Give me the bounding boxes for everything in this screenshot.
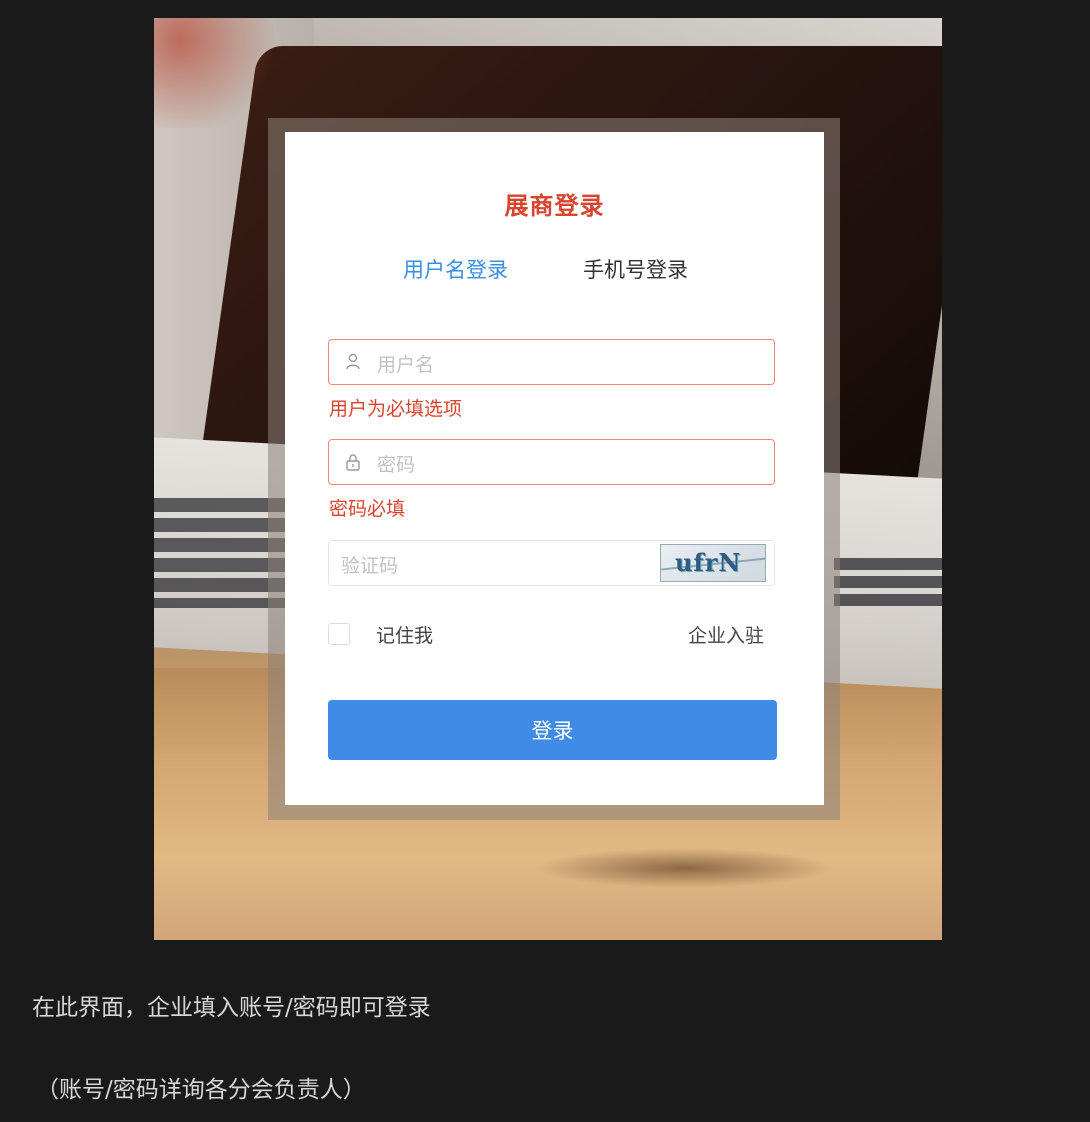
login-title: 展商登录 [504, 192, 605, 220]
captcha-placeholder: 验证码 [341, 555, 399, 577]
background-glow [154, 18, 284, 128]
login-tabs: 用户名登录 手机号登录 [285, 254, 824, 284]
caption-line-1: 在此界面，企业填入账号/密码即可登录 [32, 995, 431, 1021]
captcha-field[interactable]: 验证码 ufrN [328, 540, 775, 586]
captcha-image[interactable]: ufrN [660, 544, 766, 582]
password-field[interactable]: 密码 [328, 439, 775, 485]
screenshot-image: 展商登录 用户名登录 手机号登录 用户名 用户为必填选项 密码 密码必填 验证码… [154, 18, 942, 940]
username-placeholder: 用户名 [377, 354, 435, 376]
user-icon [345, 353, 361, 371]
tab-phone-login[interactable]: 手机号登录 [583, 254, 688, 284]
login-button[interactable]: 登录 [328, 700, 777, 760]
password-placeholder: 密码 [377, 454, 416, 476]
enterprise-register-link[interactable]: 企业入驻 [688, 621, 764, 648]
username-error: 用户为必填选项 [329, 398, 463, 420]
keyboard-keys-right [834, 558, 942, 608]
caption-line-2: （账号/密码详询各分会负责人） [36, 1077, 366, 1103]
remember-me-checkbox[interactable] [328, 623, 350, 645]
remember-me-label[interactable]: 记住我 [376, 621, 433, 648]
tab-username-login[interactable]: 用户名登录 [403, 254, 508, 284]
table-shadow [534, 848, 834, 888]
login-card: 展商登录 用户名登录 手机号登录 用户名 用户为必填选项 密码 密码必填 验证码… [285, 132, 824, 805]
captcha-image-text: ufrN [675, 548, 742, 577]
lock-icon [345, 453, 361, 471]
password-error: 密码必填 [329, 498, 406, 520]
username-field[interactable]: 用户名 [328, 339, 775, 385]
